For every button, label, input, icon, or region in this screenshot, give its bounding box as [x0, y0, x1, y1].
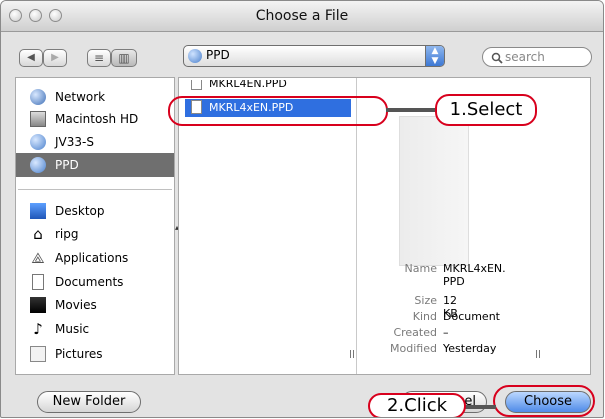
sidebar-item-music[interactable]: ♪ Music	[16, 318, 174, 340]
movies-icon	[30, 297, 46, 313]
new-folder-button[interactable]: New Folder	[37, 391, 141, 413]
sidebar-item-desktop[interactable]: Desktop	[16, 200, 174, 222]
info-kind-label: Kind	[412, 310, 437, 323]
sidebar-item-jv33-s[interactable]: JV33-S	[16, 131, 174, 153]
info-created-value: –	[443, 326, 449, 339]
sidebar-item-label: Music	[55, 322, 90, 336]
column-resize-handle[interactable]	[350, 350, 354, 358]
disk-icon	[30, 134, 46, 150]
disk-icon	[188, 49, 202, 63]
info-name-label: Name	[404, 262, 437, 275]
disk-icon	[30, 157, 46, 173]
search-icon	[491, 52, 503, 64]
sidebar-item-macintosh-hd[interactable]: Macintosh HD	[16, 108, 174, 130]
sidebar-item-ripg[interactable]: ⌂ ripg	[16, 223, 174, 245]
updown-arrows-icon: ▲ ▼	[425, 46, 444, 66]
pictures-icon	[30, 346, 46, 362]
click-connector-line	[464, 405, 496, 409]
select-connector-line	[386, 108, 438, 112]
window-title: Choose a File	[255, 8, 349, 24]
sidebar-item-network[interactable]: Network	[16, 86, 174, 108]
file-item[interactable]: MKRL4EN.PPD	[185, 80, 351, 93]
click-annotation-label: 2.Click	[368, 393, 466, 417]
home-icon: ⌂	[33, 225, 43, 243]
location-popup[interactable]: PPD ▲ ▼	[183, 45, 445, 67]
column-resize-handle[interactable]	[536, 350, 540, 358]
sidebar-item-applications[interactable]: ⟁ Applications	[16, 247, 174, 269]
sidebar-item-movies[interactable]: Movies	[16, 294, 174, 316]
sidebar-item-label: Network	[55, 90, 106, 104]
forward-button[interactable]: ▶	[43, 49, 67, 67]
select-highlight	[168, 96, 388, 126]
search-placeholder: search	[505, 50, 545, 64]
document-icon	[191, 80, 202, 90]
file-name: MKRL4EN.PPD	[209, 80, 287, 90]
sidebar-item-label: Pictures	[55, 347, 103, 361]
info-modified-value: Yesterday	[443, 342, 497, 355]
network-icon	[30, 89, 46, 105]
select-annotation-label: 1.Select	[435, 94, 537, 126]
sidebar-item-label: PPD	[55, 158, 79, 172]
sidebar-divider	[18, 189, 172, 190]
documents-icon	[32, 274, 44, 290]
sidebar-item-label: Applications	[55, 251, 129, 265]
sidebar-item-label: Movies	[55, 298, 97, 312]
info-name-value: MKRL4xEN.	[443, 262, 506, 275]
sidebar-item-label: Desktop	[55, 204, 105, 218]
applications-icon: ⟁	[31, 249, 45, 267]
list-view-button[interactable]: ≡	[87, 49, 111, 67]
hard-drive-icon	[30, 111, 46, 127]
info-created-label: Created	[393, 326, 437, 339]
music-icon: ♪	[33, 320, 43, 338]
sidebar: Network Macintosh HD JV33-S PPD Desktop …	[15, 77, 175, 375]
sidebar-item-label: JV33-S	[55, 135, 94, 149]
choose-file-dialog: Choose a File ◀ ▶ ≡ ▥ PPD ▲ ▼ search Netw…	[0, 0, 604, 418]
info-modified-label: Modified	[390, 342, 437, 355]
sidebar-item-label: Macintosh HD	[55, 112, 139, 126]
desktop-icon	[30, 203, 46, 219]
search-field[interactable]: search	[482, 47, 592, 67]
column-view-button[interactable]: ▥	[111, 49, 137, 67]
sidebar-item-label: Documents	[55, 275, 124, 289]
sidebar-item-label: ripg	[55, 227, 79, 241]
document-preview-icon	[399, 116, 469, 266]
info-name-value-cont: PPD	[443, 275, 465, 288]
sidebar-item-documents[interactable]: Documents	[16, 271, 174, 293]
sidebar-item-ppd[interactable]: PPD	[16, 153, 174, 177]
location-label: PPD	[206, 48, 230, 62]
choose-highlight	[493, 385, 595, 417]
info-kind-value: Document	[443, 310, 500, 323]
title-bar: Choose a File	[1, 1, 603, 32]
info-size-label: Size	[414, 294, 437, 307]
back-button[interactable]: ◀	[19, 49, 43, 67]
sidebar-item-pictures[interactable]: Pictures	[16, 343, 174, 365]
